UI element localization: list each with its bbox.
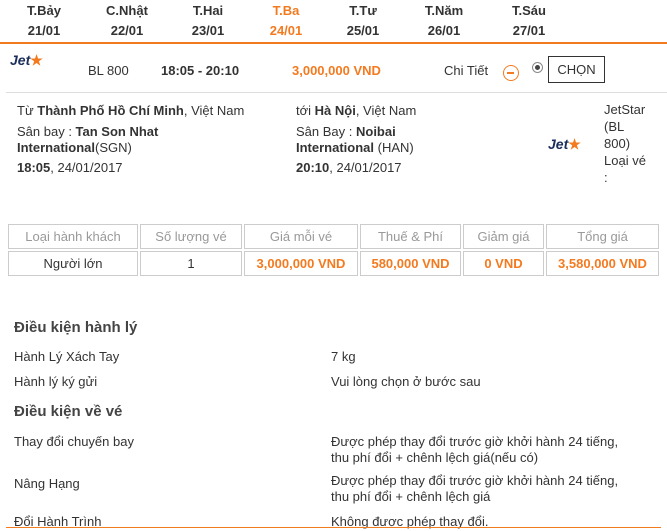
flight-select-radio[interactable]	[532, 62, 543, 73]
ticket-condition-label: Nâng Hạng	[14, 476, 80, 491]
col-header: Tổng giá	[546, 224, 659, 249]
date-tab-date: 27/01	[512, 23, 546, 38]
date-tab-weekday: T.Hai	[192, 3, 224, 18]
ticket-condition-line: thu phí đổi + chênh lệch giá	[331, 489, 491, 504]
jetstar-logo: Jet★	[10, 52, 43, 69]
star-icon: ★	[30, 52, 43, 68]
date-tab-weekday: T.Sáu	[512, 3, 546, 18]
date-tab-tue[interactable]: T.Ba 24/01	[251, 3, 321, 39]
origin-airport-name: Tan Son Nhat	[75, 124, 159, 139]
destination-airport-code: (HAN)	[374, 140, 414, 155]
date-tab-thu[interactable]: T.Năm 26/01	[409, 3, 479, 39]
ticket-section-title: Điều kiện về vé	[14, 403, 123, 420]
origin-city: Thành Phố Hồ Chí Minh	[37, 103, 184, 118]
departure-datetime: 18:05, 24/01/2017	[17, 160, 123, 176]
destination-line: tới Hà Nội, Việt Nam	[296, 103, 416, 119]
baggage-label: Hành Lý Xách Tay	[14, 349, 120, 364]
destination-airport-name: Noibai	[355, 124, 396, 139]
date-tab-date: 21/01	[27, 23, 61, 38]
fare-table-header: Loại hành khách Số lượng vé Giá mỗi vé T…	[8, 224, 659, 249]
baggage-section-title: Điều kiện hành lý	[14, 319, 138, 336]
passenger-type: Người lớn	[8, 251, 138, 276]
ticket-condition-value: Được phép thay đổi trước giờ khởi hành 2…	[331, 434, 651, 466]
total-price: 3,580,000 VND	[546, 251, 659, 276]
flight-detail-panel: Từ Thành Phố Hồ Chí Minh, Việt Nam Sân b…	[0, 94, 667, 204]
origin-prefix: Từ	[17, 103, 34, 118]
destination-airport-line-2: International (HAN)	[296, 140, 414, 156]
discount: 0 VND	[463, 251, 544, 276]
date-tab-weekday: T.Năm	[424, 3, 464, 18]
collapse-minus-icon[interactable]	[503, 65, 519, 81]
carrier-line: JetStar	[604, 102, 646, 117]
baggage-value: Vui lòng chọn ở bước sau	[331, 374, 481, 389]
destination-airport-name-2: International	[296, 140, 375, 155]
fare-table: Loại hành khách Số lượng vé Giá mỗi vé T…	[6, 222, 661, 278]
departure-date: , 24/01/2017	[50, 160, 123, 175]
col-header: Số lượng vé	[140, 224, 242, 249]
origin-line: Từ Thành Phố Hồ Chí Minh, Việt Nam	[17, 103, 244, 119]
star-icon: ★	[568, 136, 581, 152]
date-tab-sat[interactable]: T.Bảy 21/01	[9, 3, 79, 39]
table-row: Người lớn 1 3,000,000 VND 580,000 VND 0 …	[8, 251, 659, 276]
baggage-value: 7 kg	[331, 349, 356, 364]
arrival-datetime: 20:10, 24/01/2017	[296, 160, 402, 176]
col-header: Giảm giá	[463, 224, 544, 249]
baggage-label: Hành lý ký gửi	[14, 374, 98, 389]
date-selector-bar: T.Bảy 21/01 C.Nhật 22/01 T.Hai 23/01 T.B…	[0, 0, 667, 44]
select-flight-button[interactable]: CHỌN	[548, 56, 605, 83]
ticket-quantity: 1	[140, 251, 242, 276]
carrier-line: (BL	[604, 119, 625, 134]
ticket-condition-value: Được phép thay đổi trước giờ khởi hành 2…	[331, 473, 651, 505]
date-tab-weekday: T.Bảy	[27, 3, 61, 18]
carrier-line: Loại vé	[604, 153, 646, 168]
destination-airport-label: Sân Bay :	[296, 124, 356, 139]
col-header: Loại hành khách	[8, 224, 138, 249]
origin-airport-line-2: International(SGN)	[17, 140, 132, 156]
carrier-line: :	[604, 170, 608, 185]
carrier-line: 800)	[604, 136, 631, 151]
date-tab-date: 23/01	[191, 23, 225, 38]
origin-airport-label: Sân bay :	[17, 124, 76, 139]
flight-price: 3,000,000 VND	[292, 63, 381, 78]
date-tab-fri[interactable]: T.Sáu 27/01	[494, 3, 564, 39]
tax-fee: 580,000 VND	[360, 251, 461, 276]
date-tab-date: 26/01	[427, 23, 461, 38]
destination-country: , Việt Nam	[355, 103, 417, 118]
origin-country: , Việt Nam	[183, 103, 245, 118]
ticket-condition-line: thu phí đổi + chênh lệch giá(nếu có)	[331, 450, 539, 465]
carrier-info: JetStar (BL 800) Loại vé :	[604, 101, 654, 186]
arrival-date: , 24/01/2017	[329, 160, 402, 175]
arrival-time: 20:10	[296, 160, 330, 175]
logo-text: Jet	[10, 52, 31, 68]
flight-row: Jet★ BL 800 18:05 - 20:10 3,000,000 VND …	[6, 46, 667, 93]
detail-toggle-link[interactable]: Chi Tiết	[444, 63, 488, 78]
col-header: Giá mỗi vé	[244, 224, 358, 249]
price-per-ticket: 3,000,000 VND	[244, 251, 358, 276]
ticket-condition-label: Thay đổi chuyến bay	[14, 434, 134, 449]
carrier-logo: Jet★	[548, 136, 581, 153]
date-tab-date: 24/01	[269, 23, 303, 38]
date-tab-weekday: T.Ba	[272, 3, 300, 18]
date-tab-sun[interactable]: C.Nhật 22/01	[92, 3, 162, 39]
flight-code: BL 800	[88, 63, 129, 78]
carrier-logo-text: Jet	[548, 136, 569, 152]
ticket-condition-line: Được phép thay đổi trước giờ khởi hành 2…	[331, 434, 619, 449]
origin-airport-name-2: International	[17, 140, 96, 155]
date-tab-weekday: T.Tư	[349, 3, 377, 18]
origin-airport-code: (SGN)	[95, 140, 132, 155]
origin-airport-line: Sân bay : Tan Son Nhat	[17, 124, 158, 140]
col-header: Thuế & Phí	[360, 224, 461, 249]
date-tab-weekday: C.Nhật	[106, 3, 148, 18]
bottom-divider	[6, 527, 661, 531]
date-tab-wed[interactable]: T.Tư 25/01	[328, 3, 398, 39]
flight-time: 18:05 - 20:10	[161, 63, 240, 78]
destination-city: Hà Nội	[314, 103, 356, 118]
destination-prefix: tới	[296, 103, 312, 118]
date-tab-date: 25/01	[346, 23, 380, 38]
date-tab-mon[interactable]: T.Hai 23/01	[173, 3, 243, 39]
destination-airport-line: Sân Bay : Noibai	[296, 124, 396, 140]
date-tab-date: 22/01	[110, 23, 144, 38]
departure-time: 18:05	[17, 160, 51, 175]
ticket-condition-line: Được phép thay đổi trước giờ khởi hành 2…	[331, 473, 619, 488]
